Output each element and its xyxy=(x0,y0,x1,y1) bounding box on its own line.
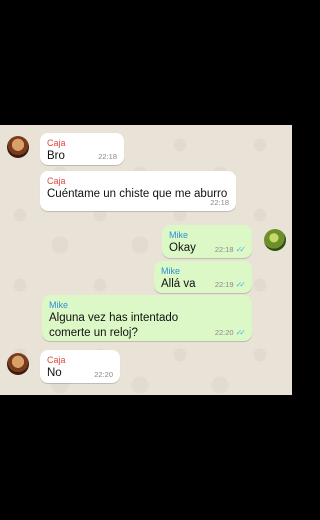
message-meta: 22:18 ✓✓ xyxy=(214,245,247,254)
read-ticks-icon: ✓✓ xyxy=(235,245,247,254)
message-time: 22:19 xyxy=(214,280,234,289)
read-ticks-icon: ✓✓ xyxy=(235,280,247,289)
message-bubble[interactable]: Caja Bro 22:18 xyxy=(40,133,124,165)
message-bubble[interactable]: Mike Okay 22:18 ✓✓ xyxy=(162,225,252,258)
message-time: 22:20 xyxy=(94,370,113,379)
message-text: Cuéntame un chiste que me aburro xyxy=(47,188,228,200)
message-time: 22:18 xyxy=(210,198,229,207)
message-time: 22:18 xyxy=(214,245,234,254)
mike-avatar[interactable] xyxy=(264,229,286,251)
message-time: 22:18 xyxy=(98,152,117,161)
caja-avatar[interactable] xyxy=(7,136,29,158)
message-meta: 22:18 xyxy=(98,152,117,161)
sender-name: Mike xyxy=(161,266,181,276)
message-text: Alguna vez has intentado comerte un relo… xyxy=(49,312,179,339)
message-bubble[interactable]: Mike Alguna vez has intentado comerte un… xyxy=(42,295,252,341)
sender-name: Mike xyxy=(49,300,69,310)
caja-avatar[interactable] xyxy=(7,353,29,375)
message-meta: 22:20 xyxy=(94,370,113,379)
message-meta: 22:19 ✓✓ xyxy=(214,280,247,289)
chat-area[interactable]: Caja Bro 22:18 Caja Cuéntame un chiste q… xyxy=(0,125,292,395)
read-ticks-icon: ✓✓ xyxy=(235,328,247,337)
message-bubble[interactable]: Mike Allá va 22:19 ✓✓ xyxy=(154,261,252,293)
sender-name: Mike xyxy=(169,230,189,240)
message-meta: 22:20 ✓✓ xyxy=(214,328,247,337)
sender-name: Caja xyxy=(47,176,66,186)
message-meta: 22:18 xyxy=(210,198,229,207)
sender-name: Caja xyxy=(47,138,66,148)
message-bubble[interactable]: Caja Cuéntame un chiste que me aburro 22… xyxy=(40,171,236,211)
message-time: 22:20 xyxy=(214,328,234,337)
message-bubble[interactable]: Caja No 22:20 xyxy=(40,350,120,383)
sender-name: Caja xyxy=(47,355,66,365)
